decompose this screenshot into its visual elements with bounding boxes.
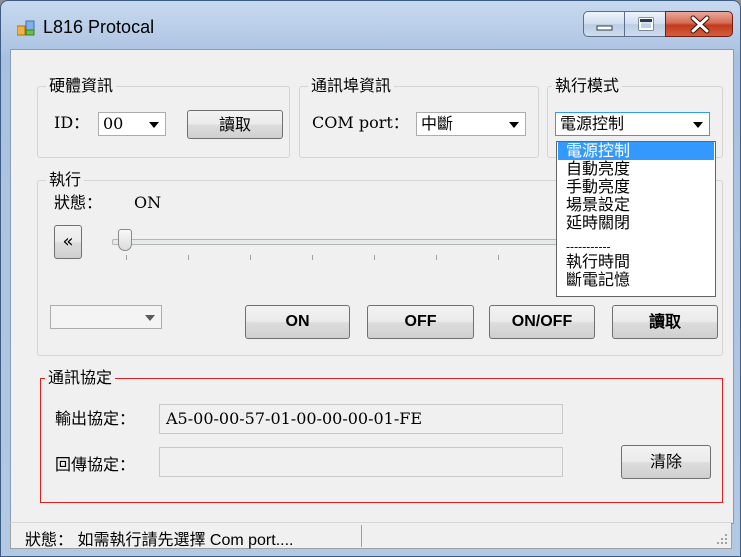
comport-select-value: 中斷 <box>421 114 454 133</box>
state-value: ON <box>134 193 162 212</box>
hardware-group-legend: 硬體資訊 <box>46 76 117 96</box>
minimize-icon <box>596 25 613 31</box>
comport-label: COM port： <box>312 113 409 132</box>
hardware-read-button[interactable]: 讀取 <box>187 110 283 139</box>
protocol-group: 通訊協定 輸出協定： A5-00-00-57-01-00-00-00-01-FE… <box>40 368 723 503</box>
chevron-down-icon <box>145 315 155 321</box>
comport-group: 通訊埠資訊 COM port： 中斷 <box>299 76 539 158</box>
mode-option[interactable]: 場景設定 <box>558 196 714 214</box>
status-separator <box>361 525 362 547</box>
id-select-value: 00 <box>103 114 124 133</box>
client-area: 硬體資訊 ID： 00 讀取 通訊埠資訊 COM port： 中斷 執行模式 電… <box>10 49 734 524</box>
output-protocol-field[interactable]: A5-00-00-57-01-00-00-00-01-FE <box>159 404 563 434</box>
hardware-group: 硬體資訊 ID： 00 讀取 <box>37 76 290 158</box>
reply-label: 回傳協定： <box>55 455 136 474</box>
mode-option[interactable]: ----------- <box>558 241 714 253</box>
mode-option[interactable]: 手動亮度 <box>558 178 714 196</box>
window-title: L816 Protocal <box>43 17 155 37</box>
minimize-button[interactable] <box>583 11 625 37</box>
app-icon <box>16 20 35 36</box>
maximize-button[interactable] <box>624 11 666 37</box>
comport-group-legend: 通訊埠資訊 <box>308 76 395 96</box>
execute-group-legend: 執行 <box>46 170 85 190</box>
app-window: L816 Protocal 硬體資訊 ID： 00 讀取 通訊埠資訊 COM p… <box>0 0 741 557</box>
onoff-button[interactable]: ON/OFF <box>489 305 595 339</box>
mode-select-value: 電源控制 <box>560 114 625 133</box>
close-button[interactable] <box>665 11 733 37</box>
chevron-down-icon <box>149 122 159 128</box>
mode-option[interactable]: 電源控制 <box>558 142 714 160</box>
mode-select[interactable]: 電源控制 <box>555 112 710 136</box>
resize-grip-icon[interactable] <box>716 533 728 545</box>
title-bar[interactable]: L816 Protocal <box>1 1 740 49</box>
id-select[interactable]: 00 <box>98 112 166 136</box>
clear-button[interactable]: 清除 <box>621 445 711 479</box>
chevron-down-icon <box>509 122 519 128</box>
maximize-icon <box>638 17 654 31</box>
mode-dropdown-list: 電源控制 自動亮度 手動亮度 場景設定 延時關閉 ----------- 執行時間 斷電記憶 <box>556 141 716 297</box>
chevron-down-icon <box>693 122 703 128</box>
slider-thumb[interactable] <box>118 229 132 251</box>
id-label: ID： <box>54 113 90 132</box>
close-icon <box>690 15 710 34</box>
mode-option[interactable]: 自動亮度 <box>558 160 714 178</box>
reply-protocol-field[interactable] <box>159 447 563 477</box>
output-label: 輸出協定： <box>55 409 136 428</box>
slider-left-button[interactable]: « <box>54 225 82 259</box>
mode-group-legend: 執行模式 <box>552 76 623 96</box>
mode-option[interactable]: 執行時間 <box>558 253 714 271</box>
state-label: 狀態： <box>54 193 103 212</box>
comport-select[interactable]: 中斷 <box>416 112 526 136</box>
execute-select[interactable] <box>50 305 162 329</box>
off-button[interactable]: OFF <box>367 305 474 339</box>
on-button[interactable]: ON <box>245 305 350 339</box>
mode-option[interactable]: 延時關閉 <box>558 214 714 232</box>
mode-option[interactable]: 斷電記憶 <box>558 271 714 289</box>
protocol-group-legend: 通訊協定 <box>45 368 116 388</box>
execute-read-button[interactable]: 讀取 <box>612 305 718 339</box>
status-text: 狀態： 如需執行請先選擇 Com port.... <box>25 532 294 549</box>
status-bar: 狀態： 如需執行請先選擇 Com port.... <box>10 522 732 549</box>
